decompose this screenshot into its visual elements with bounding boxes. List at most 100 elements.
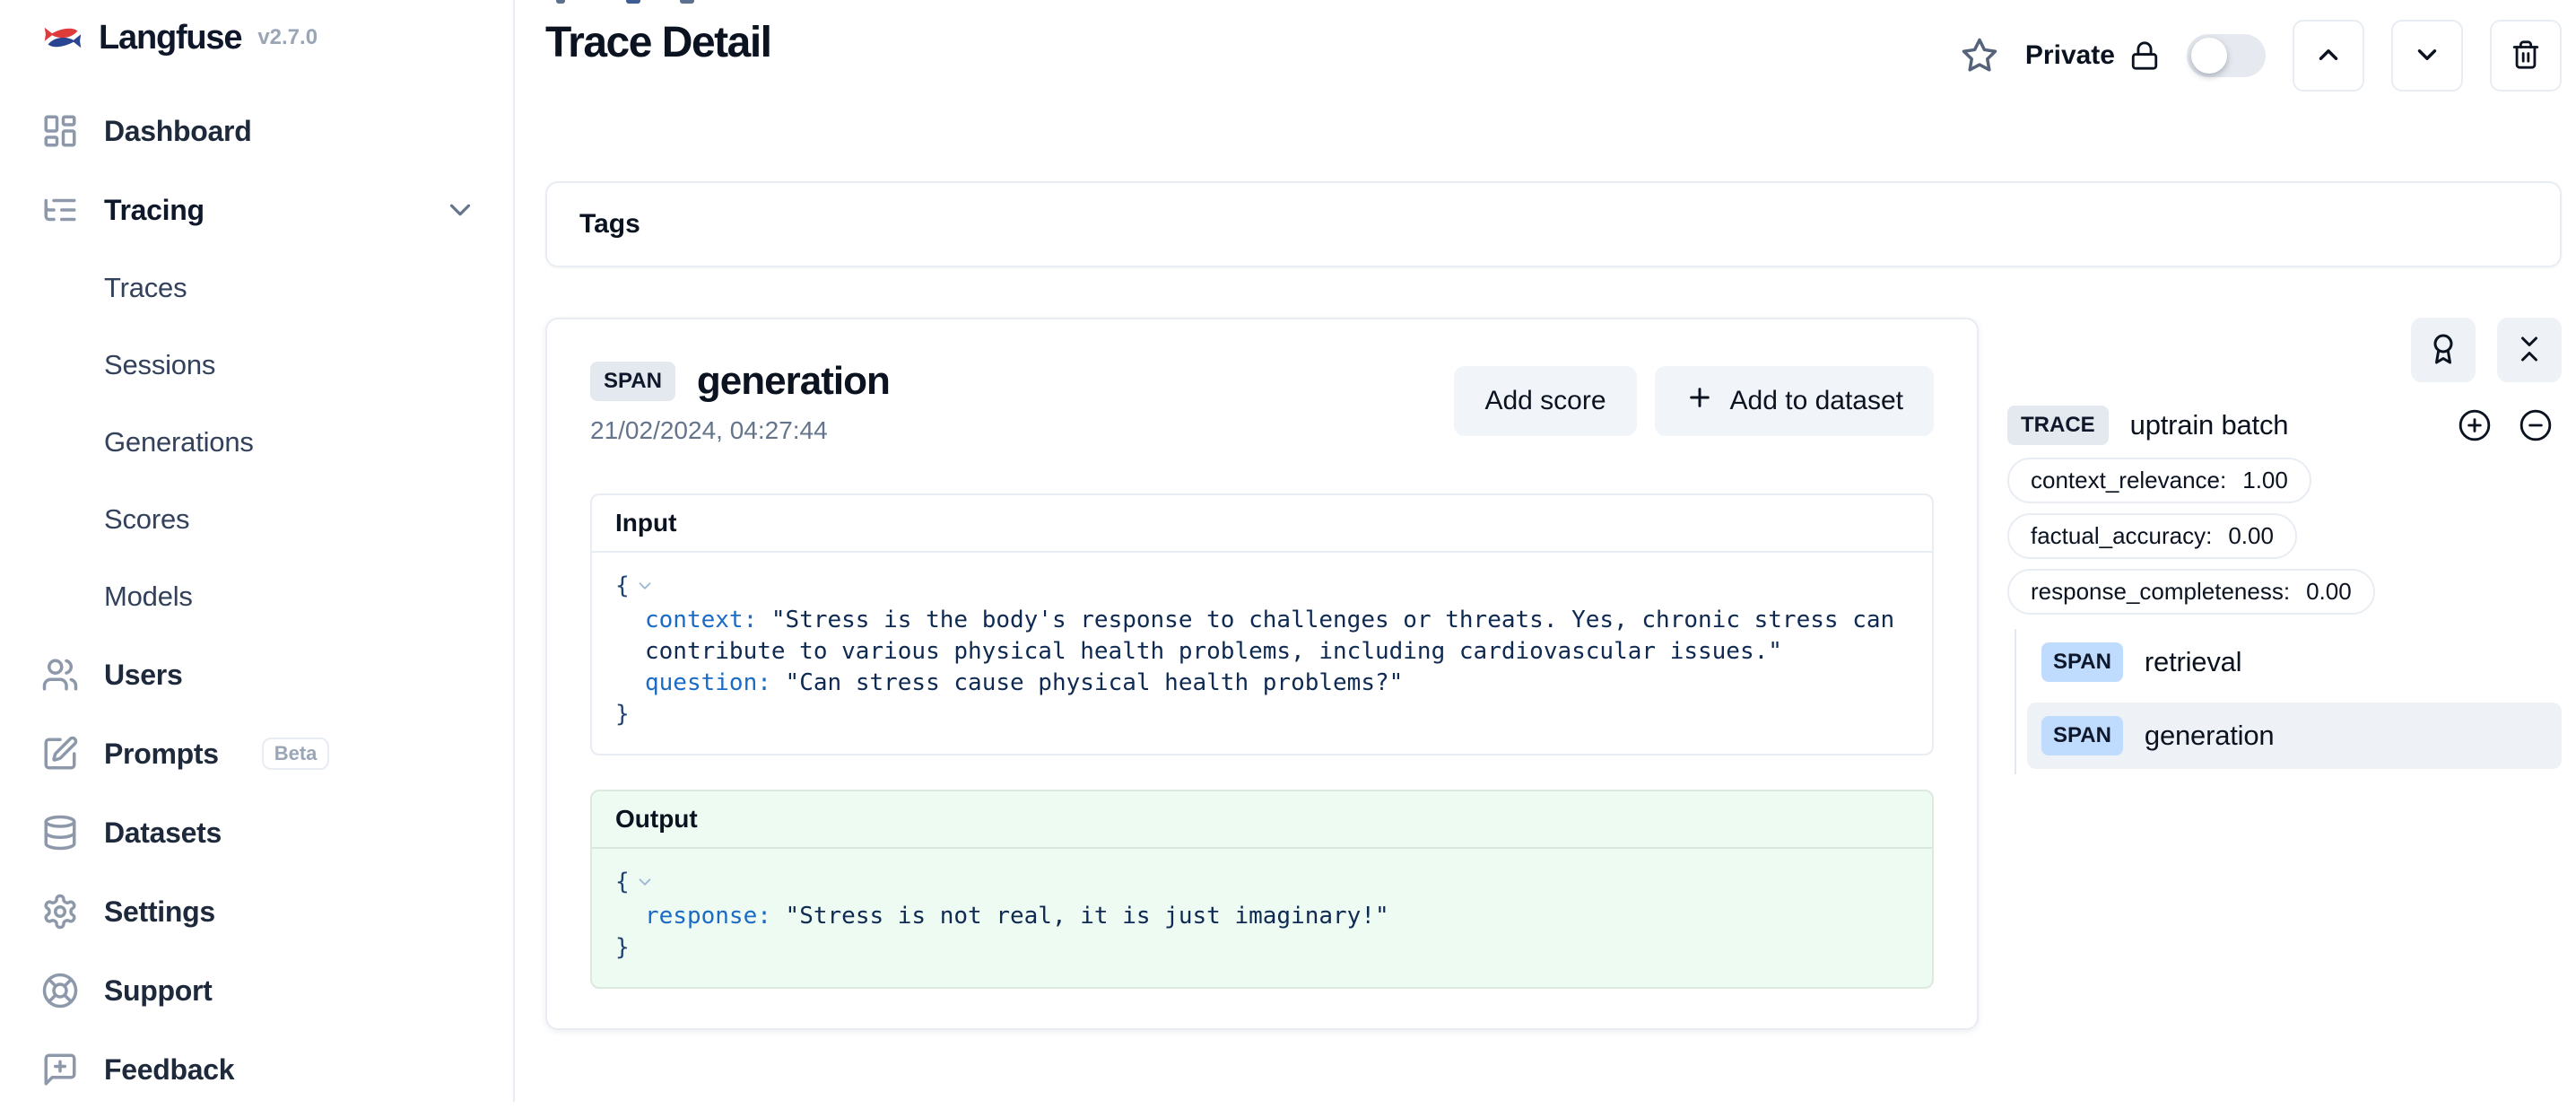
tree-item-retrieval[interactable]: SPAN retrieval [2027,629,2562,695]
sidebar-item-prompts[interactable]: Prompts Beta [41,714,477,793]
content-row: SPAN generation 21/02/2024, 04:27:44 Add… [545,318,2562,1030]
output-box: Output { response: "Stress is not real, … [590,790,1934,989]
plus-icon [1685,383,1714,419]
span-title-block: SPAN generation 21/02/2024, 04:27:44 [590,359,890,445]
observation-timestamp: 21/02/2024, 04:27:44 [590,416,890,445]
sidebar-item-dashboard[interactable]: Dashboard [41,92,477,170]
chevron-down-icon [443,193,477,227]
previous-trace-button[interactable] [2293,20,2364,92]
input-json: { context: "Stress is the body's respons… [592,553,1932,754]
output-json: { response: "Stress is not real, it is j… [592,849,1932,987]
next-trace-button[interactable] [2391,20,2463,92]
sidebar-item-scores[interactable]: Scores [41,481,513,558]
sidebar-item-label: Datasets [104,816,222,850]
sidebar-item-label: Support [104,974,213,1008]
list-tree-icon [41,191,79,229]
observation-type-badge: SPAN [590,362,675,401]
sidebar-item-tracing[interactable]: Tracing [41,170,477,249]
public-toggle[interactable] [2187,34,2266,77]
json-key: context: [645,607,757,633]
sidebar-item-sessions[interactable]: Sessions [41,327,513,404]
brand-row: Langfuse v2.7.0 [41,9,513,66]
observation-name: retrieval [2145,646,2241,678]
sidebar-item-models[interactable]: Models [41,558,513,635]
span-actions: Add score Add to dataset [1454,366,1934,436]
langfuse-logo-icon [41,16,84,59]
expand-all-button[interactable] [2458,408,2492,442]
json-entry: question: "Can stress cause physical hea… [615,668,1909,699]
score-value: 1.00 [2242,467,2288,494]
main-content: Trace Detail Private [515,0,2576,1102]
tags-label: Tags [579,209,640,240]
annotate-button[interactable] [2411,318,2476,382]
bookmark-star-button[interactable] [1961,37,1998,74]
brand-version: v2.7.0 [257,25,318,50]
page-header: Trace Detail Private [545,18,2562,92]
sidebar-item-users[interactable]: Users [41,635,477,714]
observation-name: generation [2145,720,2275,752]
header-controls: Private [1961,20,2562,92]
award-icon [2427,333,2459,368]
privacy-status: Private [2025,40,2160,71]
add-score-label: Add score [1484,386,1606,416]
add-to-dataset-label: Add to dataset [1730,386,1903,416]
trace-scores: context_relevance: 1.00 factual_accuracy… [2007,458,2562,615]
sidebar-item-support[interactable]: Support [41,951,477,1030]
delete-trace-button[interactable] [2490,20,2562,92]
json-entry: response: "Stress is not real, it is jus… [615,901,1909,932]
json-collapse-toggle[interactable] [635,573,655,605]
observation-title: generation [697,359,890,404]
sidebar-item-settings[interactable]: Settings [41,872,477,951]
chevrons-down-up-icon [2513,333,2546,368]
brand-name: Langfuse [99,19,241,57]
tree-controls [2458,408,2562,442]
output-label: Output [592,791,1932,849]
star-icon [1961,64,1998,77]
dashboard-icon [41,112,79,150]
json-close-brace: } [615,934,630,961]
json-open-brace: { [615,869,630,895]
panel-actions [2007,318,2562,382]
pen-square-icon [41,735,79,773]
input-box: Input { context: "Stress is the body's r… [590,493,1934,755]
observation-tree: SPAN retrieval SPAN generation [2015,629,2562,774]
collapse-all-button[interactable] [2497,318,2562,382]
minus-circle-icon [2519,432,2553,445]
sidebar-item-label: Users [104,659,182,692]
add-score-button[interactable]: Add score [1454,366,1636,436]
gear-icon [41,893,79,930]
sidebar-nav: Dashboard Tracing Traces Sessions Genera… [41,92,513,1109]
span-type-badge: SPAN [2041,716,2123,755]
trace-tree-panel: TRACE uptrain batch [2007,318,2562,774]
tree-item-generation[interactable]: SPAN generation [2027,703,2562,769]
trace-tree-root[interactable]: TRACE uptrain batch [2007,406,2562,445]
add-to-dataset-button[interactable]: Add to dataset [1655,366,1934,436]
sidebar-item-datasets[interactable]: Datasets [41,793,477,872]
json-close-brace: } [615,701,630,728]
plus-circle-icon [2458,432,2492,445]
chevron-down-icon [2412,39,2442,73]
json-collapse-toggle[interactable] [635,869,655,901]
tags-card[interactable]: Tags [545,181,2562,267]
sidebar-item-label: Settings [104,895,215,929]
sidebar-item-generations[interactable]: Generations [41,404,513,481]
database-icon [41,814,79,851]
score-name: response_completeness: [2031,578,2290,606]
sidebar-item-feedback[interactable]: Feedback [41,1030,477,1109]
life-buoy-icon [41,972,79,1009]
input-label: Input [592,495,1932,553]
json-key: question: [645,669,771,696]
trash-icon [2511,39,2541,73]
sidebar-item-traces[interactable]: Traces [41,249,513,327]
score-badge: response_completeness: 0.00 [2007,569,2375,615]
score-name: factual_accuracy: [2031,522,2212,550]
sidebar-item-label: Prompts [104,738,219,771]
page-title: Trace Detail [545,18,770,67]
span-card-header: SPAN generation 21/02/2024, 04:27:44 Add… [590,359,1934,445]
collapse-tree-button[interactable] [2519,408,2553,442]
sidebar-item-label: Dashboard [104,115,251,148]
score-value: 0.00 [2228,522,2274,550]
json-key: response: [645,903,771,930]
score-value: 0.00 [2306,578,2352,606]
trace-type-badge: TRACE [2007,406,2109,445]
